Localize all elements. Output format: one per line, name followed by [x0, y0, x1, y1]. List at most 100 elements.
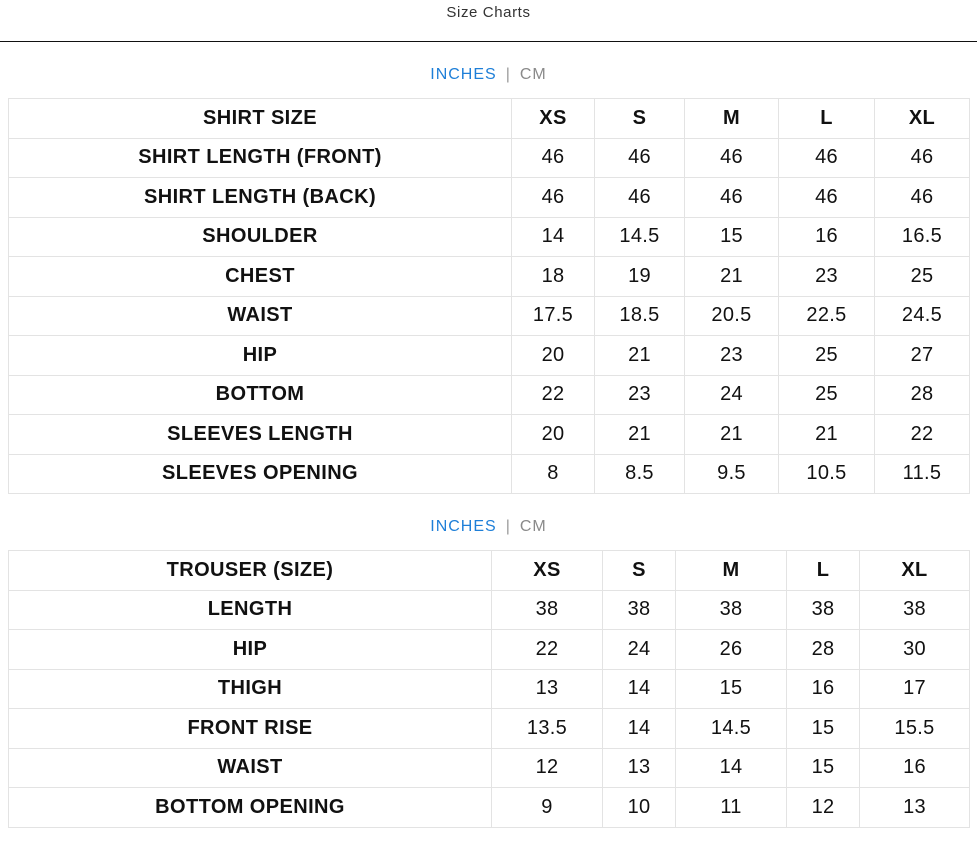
shirt-measurement-cell: 11.5 — [874, 453, 970, 494]
shirt-measurement-cell: 21 — [684, 256, 779, 297]
table-row: HIP 22 24 26 28 30 — [8, 629, 970, 670]
shirt-measurement-cell: 23 — [778, 256, 875, 297]
shirt-measurement-cell: 27 — [874, 335, 970, 376]
shirt-header-size: L — [778, 98, 875, 139]
trouser-measurement-cell: 12 — [491, 747, 603, 788]
shirt-measurement-cell: 28 — [874, 374, 970, 415]
shirt-measurement-cell: 46 — [511, 177, 595, 218]
trouser-measurement-cell: 9 — [491, 787, 603, 828]
shirt-measurement-cell: 24.5 — [874, 295, 970, 336]
shirt-measurement-cell: 22.5 — [778, 295, 875, 336]
shirt-measurement-cell: 46 — [594, 177, 685, 218]
shirt-measurement-cell: 46 — [684, 177, 779, 218]
shirt-measurement-cell: 46 — [511, 137, 595, 178]
shirt-measurement-cell: 21 — [778, 414, 875, 455]
trouser-measurement-cell: 13 — [859, 787, 970, 828]
table-row: LENGTH 38 38 38 38 38 — [8, 589, 970, 630]
table-row: FRONT RISE 13.5 14 14.5 15 15.5 — [8, 708, 970, 749]
shirt-measurement-cell: 21 — [594, 414, 685, 455]
table-row: WAIST 12 13 14 15 16 — [8, 747, 970, 788]
trouser-measurement-cell: 15 — [786, 747, 860, 788]
modal-title: Size Charts — [446, 4, 531, 21]
trouser-row-label: THIGH — [8, 668, 492, 709]
trouser-measurement-cell: 14.5 — [675, 708, 787, 749]
trouser-unit-cm-tab[interactable]: CM — [520, 518, 547, 535]
trouser-measurement-cell: 14 — [602, 668, 676, 709]
shirt-measurement-cell: 22 — [874, 414, 970, 455]
shirt-measurement-cell: 18 — [511, 256, 595, 297]
shirt-measurement-cell: 46 — [684, 137, 779, 178]
trouser-header-size: M — [675, 550, 787, 591]
table-row: THIGH 13 14 15 16 17 — [8, 668, 970, 709]
shirt-measurement-cell: 46 — [778, 137, 875, 178]
trouser-header-row: TROUSER (SIZE) XS S M L XL — [8, 550, 970, 591]
shirt-header-size: XS — [511, 98, 595, 139]
shirt-size-table: SHIRT SIZE XS S M L XL SHIRT LENGTH (FRONT) 46 4… — [8, 98, 970, 494]
shirt-unit-inches-tab[interactable]: INCHES — [430, 66, 496, 83]
table-row: BOTTOM 22 23 24 25 28 — [8, 374, 970, 415]
trouser-header-size: XL — [859, 550, 970, 591]
shirt-measurement-cell: 46 — [874, 137, 970, 178]
shirt-measurement-cell: 20.5 — [684, 295, 779, 336]
table-row: SHOULDER 14 14.5 15 16 16.5 — [8, 216, 970, 257]
trouser-measurement-cell: 38 — [786, 589, 860, 630]
shirt-unit-separator: | — [505, 66, 511, 83]
shirt-measurement-cell: 20 — [511, 335, 595, 376]
trouser-measurement-cell: 38 — [859, 589, 970, 630]
shirt-measurement-cell: 21 — [684, 414, 779, 455]
trouser-measurement-cell: 38 — [602, 589, 676, 630]
shirt-measurement-cell: 24 — [684, 374, 779, 415]
shirt-row-label: SHIRT LENGTH (BACK) — [8, 177, 512, 218]
trouser-measurement-cell: 11 — [675, 787, 787, 828]
trouser-measurement-cell: 16 — [859, 747, 970, 788]
shirt-measurement-cell: 14.5 — [594, 216, 685, 257]
trouser-measurement-cell: 28 — [786, 629, 860, 670]
table-row: WAIST 17.5 18.5 20.5 22.5 24.5 — [8, 295, 970, 336]
shirt-measurement-cell: 25 — [874, 256, 970, 297]
trouser-header-size: S — [602, 550, 676, 591]
trouser-measurement-cell: 38 — [491, 589, 603, 630]
table-row: SLEEVES LENGTH 20 21 21 21 22 — [8, 414, 970, 455]
trouser-measurement-cell: 14 — [675, 747, 787, 788]
trouser-size-table: TROUSER (SIZE) XS S M L XL LENGTH 38 38 38 38 38 HIP… — [8, 550, 970, 828]
trouser-header-size: L — [786, 550, 860, 591]
trouser-measurement-cell: 17 — [859, 668, 970, 709]
trouser-measurement-cell: 14 — [602, 708, 676, 749]
shirt-header-label: SHIRT SIZE — [8, 98, 512, 139]
shirt-header-size: S — [594, 98, 685, 139]
trouser-measurement-cell: 13 — [491, 668, 603, 709]
shirt-measurement-cell: 23 — [684, 335, 779, 376]
shirt-measurement-cell: 16.5 — [874, 216, 970, 257]
table-row: SHIRT LENGTH (FRONT) 46 46 46 46 46 — [8, 137, 970, 178]
trouser-measurement-cell: 30 — [859, 629, 970, 670]
shirt-measurement-cell: 20 — [511, 414, 595, 455]
trouser-unit-separator: | — [505, 518, 511, 535]
trouser-measurement-cell: 12 — [786, 787, 860, 828]
shirt-row-label: SLEEVES LENGTH — [8, 414, 512, 455]
shirt-measurement-cell: 23 — [594, 374, 685, 415]
trouser-header-size: XS — [491, 550, 603, 591]
trouser-measurement-cell: 26 — [675, 629, 787, 670]
trouser-unit-toggle: INCHES | CM — [0, 517, 977, 537]
trouser-unit-inches-tab[interactable]: INCHES — [430, 518, 496, 535]
shirt-measurement-cell: 14 — [511, 216, 595, 257]
shirt-measurement-cell: 17.5 — [511, 295, 595, 336]
shirt-measurement-cell: 15 — [684, 216, 779, 257]
shirt-measurement-cell: 22 — [511, 374, 595, 415]
modal-header: Size Charts — [0, 0, 977, 42]
shirt-measurement-cell: 25 — [778, 335, 875, 376]
trouser-measurement-cell: 16 — [786, 668, 860, 709]
shirt-measurement-cell: 46 — [594, 137, 685, 178]
shirt-header-row: SHIRT SIZE XS S M L XL — [8, 98, 970, 139]
shirt-row-label: SHOULDER — [8, 216, 512, 257]
table-row: SLEEVES OPENING 8 8.5 9.5 10.5 11.5 — [8, 453, 970, 494]
trouser-measurement-cell: 13.5 — [491, 708, 603, 749]
shirt-unit-cm-tab[interactable]: CM — [520, 66, 547, 83]
table-row: SHIRT LENGTH (BACK) 46 46 46 46 46 — [8, 177, 970, 218]
shirt-measurement-cell: 25 — [778, 374, 875, 415]
shirt-unit-toggle: INCHES | CM — [0, 65, 977, 85]
trouser-row-label: FRONT RISE — [8, 708, 492, 749]
shirt-measurement-cell: 46 — [778, 177, 875, 218]
trouser-measurement-cell: 15 — [786, 708, 860, 749]
trouser-measurement-cell: 15 — [675, 668, 787, 709]
